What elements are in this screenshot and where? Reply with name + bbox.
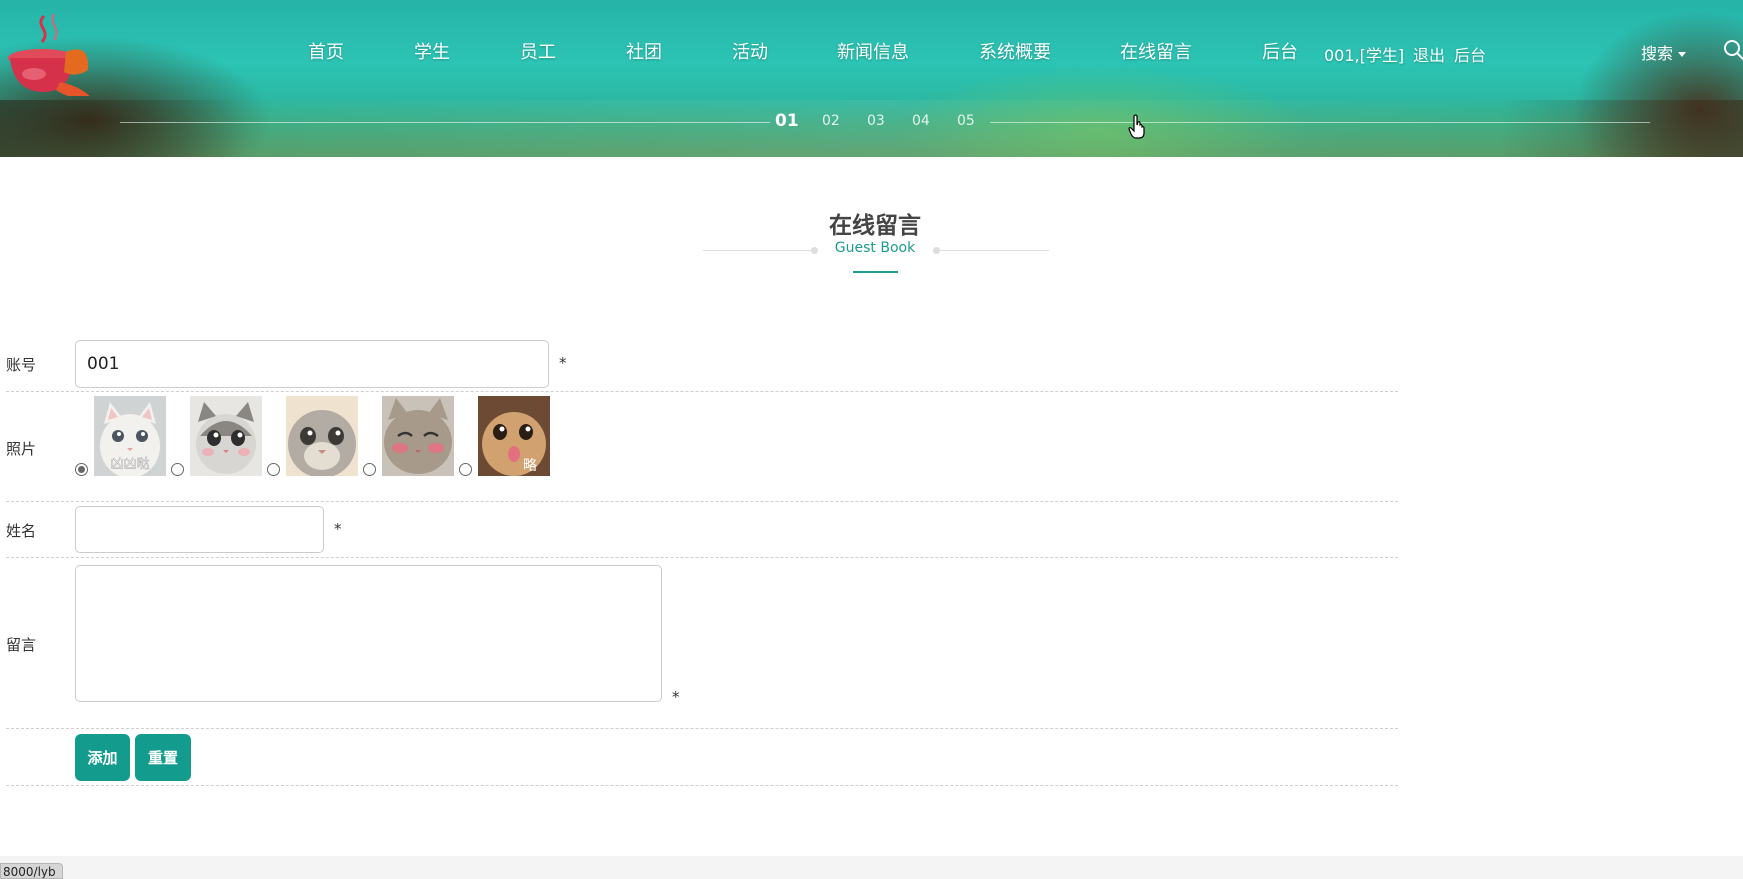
- admin-link[interactable]: 后台: [1454, 42, 1486, 66]
- nav-news[interactable]: 新闻信息: [837, 38, 909, 64]
- white-cat-photo[interactable]: 凶凶哒: [94, 396, 166, 476]
- nav-students[interactable]: 学生: [414, 38, 450, 64]
- photo-radio-1[interactable]: [75, 463, 88, 476]
- row-divider: [6, 557, 1398, 558]
- photo-radio-5[interactable]: [459, 463, 472, 476]
- blushing-cat-photo[interactable]: [382, 396, 454, 476]
- slider-rail-left: [120, 122, 770, 123]
- page-title: 在线留言: [829, 213, 921, 239]
- name-required-mark: *: [334, 520, 342, 538]
- row-divider: [6, 728, 1398, 729]
- nav-activities[interactable]: 活动: [732, 38, 768, 64]
- photo-radio-4[interactable]: [363, 463, 376, 476]
- row-divider: [6, 391, 1398, 392]
- account-required-mark: *: [559, 354, 567, 372]
- search-dropdown[interactable]: 搜索: [1641, 40, 1687, 64]
- search-dropdown-label: 搜索: [1641, 44, 1674, 63]
- page-subtitle: Guest Book: [834, 240, 916, 256]
- name-label: 姓名: [6, 522, 37, 540]
- slider-rail-right: [990, 122, 1650, 123]
- slider-dot-1[interactable]: 01: [775, 111, 799, 131]
- name-input[interactable]: [75, 506, 324, 553]
- nav-admin[interactable]: 后台: [1262, 38, 1298, 64]
- gray-cat-photo[interactable]: [286, 396, 358, 476]
- nav-home[interactable]: 首页: [308, 38, 344, 64]
- message-label: 留言: [6, 636, 37, 654]
- slider-dot-5[interactable]: 05: [957, 113, 975, 129]
- caret-down-icon: [1678, 52, 1687, 57]
- row-divider: [6, 501, 1398, 502]
- logout-link[interactable]: 退出: [1413, 42, 1445, 66]
- header-banner: 首页 学生 员工 社团 活动 新闻信息 系统概要 在线留言 后台 001,[学生…: [0, 0, 1743, 157]
- slider-dot-2[interactable]: 02: [822, 113, 840, 129]
- current-user[interactable]: 001,[学生]: [1324, 42, 1404, 66]
- page-footer: [0, 856, 1743, 879]
- add-button[interactable]: 添加: [75, 734, 130, 781]
- photo-caption-5: 略: [523, 458, 537, 474]
- browser-status-url: 8000/lyb: [0, 863, 63, 879]
- row-divider: [6, 785, 1398, 786]
- hand-cursor-icon: [1128, 114, 1145, 139]
- tabby-kitten-photo[interactable]: [190, 396, 262, 476]
- message-required-mark: *: [672, 688, 680, 706]
- title-underline: [853, 271, 898, 273]
- nav-staff[interactable]: 员工: [520, 38, 556, 64]
- nav-system-overview[interactable]: 系统概要: [979, 38, 1051, 64]
- photo-label: 照片: [6, 440, 37, 458]
- reset-button[interactable]: 重置: [135, 734, 191, 781]
- nav-clubs[interactable]: 社团: [626, 38, 662, 64]
- photo-radio-2[interactable]: [171, 463, 184, 476]
- title-deco-line-right: [939, 250, 1049, 251]
- slider-dot-3[interactable]: 03: [867, 113, 885, 129]
- title-deco-dot-left: [811, 247, 818, 254]
- title-deco-line-left: [703, 250, 813, 251]
- search-icon[interactable]: [1722, 38, 1743, 62]
- nav-guestbook[interactable]: 在线留言: [1120, 38, 1192, 64]
- account-label: 账号: [6, 356, 37, 374]
- main-nav: 首页 学生 员工 社团 活动 新闻信息 系统概要 在线留言 后台 001,[学生…: [0, 0, 1743, 100]
- tongue-cat-photo[interactable]: 略: [478, 396, 550, 476]
- account-input[interactable]: [75, 340, 549, 388]
- message-textarea[interactable]: [75, 565, 662, 702]
- slider-dot-4[interactable]: 04: [912, 113, 930, 129]
- photo-caption-1: 凶凶哒: [110, 456, 149, 472]
- photo-radio-3[interactable]: [267, 463, 280, 476]
